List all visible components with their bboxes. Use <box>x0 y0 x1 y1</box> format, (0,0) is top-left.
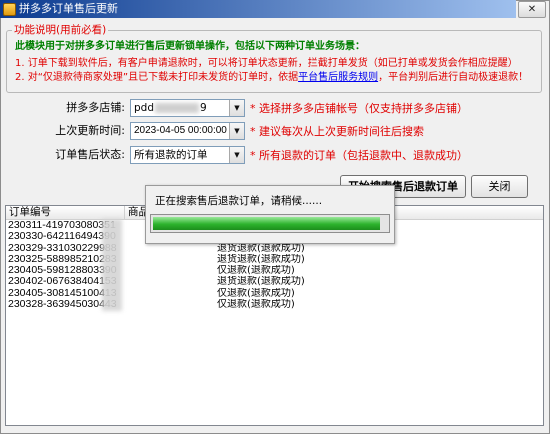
app-icon <box>3 3 16 16</box>
redacted-blur <box>102 219 122 311</box>
aftersale-status-cell: 仅退款(退款成功) <box>217 287 295 299</box>
dropdown-button[interactable]: ▼ <box>229 123 244 139</box>
dropdown-button[interactable]: ▼ <box>229 147 244 163</box>
last-update-hint: * 建议每次从上次更新时间往后搜索 <box>250 125 424 138</box>
product-cell <box>125 288 215 299</box>
product-cell <box>125 243 215 254</box>
store-value-start: pdd <box>134 102 154 114</box>
product-cell <box>125 299 215 310</box>
progress-bar <box>150 214 390 233</box>
chevron-down-icon: ▼ <box>234 127 240 135</box>
dropdown-button[interactable]: ▼ <box>229 100 244 116</box>
table-row[interactable]: 230328-363945030443 仅退款(退款成功) <box>6 299 543 310</box>
aftersale-status-cell: 退货退款(退款成功) <box>217 242 305 254</box>
table-row[interactable]: 230405-598128803390 仅退款(退款成功) <box>6 265 543 276</box>
column-header-order-id[interactable]: 订单编号 <box>6 206 125 219</box>
aftersale-status-select[interactable]: 所有退款的订单 ▼ <box>130 146 245 164</box>
table-row[interactable]: 230325-588985210283 退货退款(退款成功) <box>6 254 543 265</box>
progress-message: 正在搜索售后退款订单，请稍候...... <box>155 195 323 207</box>
table-row[interactable]: 230402-067638404153 退货退款(退款成功) <box>6 276 543 287</box>
aftersale-status-cell: 退货退款(退款成功) <box>217 276 305 288</box>
table-row[interactable]: 230405-308145100413 仅退款(退款成功) <box>6 288 543 299</box>
instructions-legend: 功能说明(用前必看) <box>12 23 109 37</box>
progress-dialog: 正在搜索售后退款订单，请稍候...... <box>145 185 395 244</box>
product-cell <box>125 254 215 265</box>
close-window-button[interactable]: ✕ <box>518 1 546 18</box>
instructions-item-2-text: 2. 对“仅退款待商家处理”且已下载未打印未发货的订单时，依据 <box>15 72 299 83</box>
store-select[interactable]: pdd 9 ▼ <box>130 99 245 117</box>
aftersale-status-value: 所有退款的订单 <box>134 149 208 161</box>
close-button[interactable]: 关闭 <box>471 175 528 198</box>
window-title: 拼多多订单售后更新 <box>19 2 118 15</box>
close-icon: ✕ <box>527 4 537 15</box>
instructions-group: 功能说明(用前必看) 此模块用于对拼多多订单进行售后更新锁单操作，包括以下两种订… <box>6 23 542 93</box>
product-cell <box>125 265 215 276</box>
store-value: pdd 9 <box>134 100 207 116</box>
chevron-down-icon: ▼ <box>234 151 240 159</box>
aftersale-status-hint: * 所有退款的订单（包括退款中、退款成功） <box>250 149 468 162</box>
redacted-blur <box>155 103 199 113</box>
instructions-headline: 此模块用于对拼多多订单进行售后更新锁单操作，包括以下两种订单业务场景： <box>15 41 365 52</box>
title-bar[interactable]: 拼多多订单售后更新 <box>0 0 516 18</box>
product-cell <box>125 276 215 287</box>
instructions-item-2-tail: ，平台判别后进行自动极速退款！ <box>378 72 529 83</box>
last-update-value: 2023-04-05 00:00:00 <box>134 125 227 136</box>
instructions-item-2: 2. 对“仅退款待商家处理”且已下载未打印未发货的订单时，依据平台售后服务规则，… <box>15 71 528 84</box>
aftersale-status-cell: 退货退款(退款成功) <box>217 253 305 265</box>
store-hint: * 选择拼多多店铺帐号（仅支持拼多多店铺） <box>250 102 468 115</box>
last-update-select[interactable]: 2023-04-05 00:00:00 ▼ <box>130 122 245 140</box>
aftersale-status-label: 订单售后状态: <box>55 148 125 161</box>
last-update-label: 上次更新时间: <box>55 124 125 137</box>
instructions-item-1: 1. 订单下载到软件后，有客户申请退款时，可以将订单状态更新，拦截打单发货（如已… <box>15 58 518 69</box>
store-label: 拼多多店铺: <box>66 101 125 114</box>
chevron-down-icon: ▼ <box>234 104 240 112</box>
table-row[interactable]: 230329-331030229988 退货退款(退款成功) <box>6 243 543 254</box>
aftersale-status-cell: 仅退款(退款成功) <box>217 265 295 277</box>
store-value-end: 9 <box>200 102 207 114</box>
aftersale-rules-link[interactable]: 平台售后服务规则 <box>298 72 378 83</box>
progress-bar-fill <box>153 217 380 230</box>
aftersale-status-cell: 仅退款(退款成功) <box>217 299 295 311</box>
